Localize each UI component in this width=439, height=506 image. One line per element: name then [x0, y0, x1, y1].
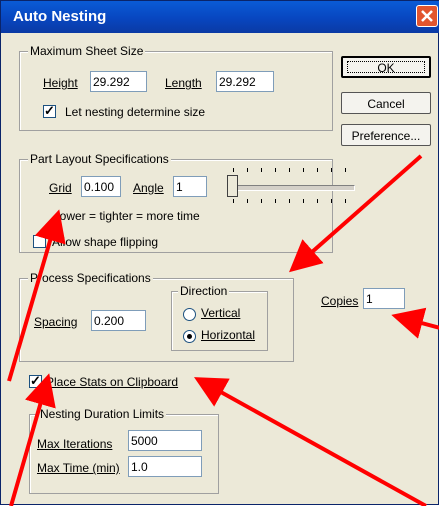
max-iterations-field[interactable] — [128, 430, 202, 451]
preference-button[interactable]: Preference... — [341, 124, 431, 146]
allow-flip-label: Allow shape flipping — [52, 235, 159, 249]
angle-field[interactable] — [173, 176, 207, 197]
grid-label: Grid — [49, 181, 72, 195]
arrow-to-copies — [391, 307, 439, 339]
slider-tick — [261, 199, 262, 203]
max-time-label: Max Time (min) — [37, 461, 120, 475]
slider-tick — [331, 168, 332, 172]
slider-tick — [303, 199, 304, 203]
horizontal-label: Horizontal — [201, 328, 256, 342]
slider-tick — [247, 199, 248, 203]
slider-tick — [317, 199, 318, 203]
slider-tick — [317, 168, 318, 172]
let-nesting-checkbox[interactable]: ✓ — [43, 103, 56, 118]
maximum-sheet-size-group: Maximum Sheet Size — [19, 44, 333, 131]
dialog-title: Auto Nesting — [13, 8, 107, 25]
slider-tick — [233, 168, 234, 172]
height-label: Height — [43, 76, 78, 90]
auto-nesting-dialog: Auto Nesting Maximum Sheet Size Height L… — [0, 0, 439, 506]
max-iterations-label: Max Iterations — [37, 437, 113, 451]
vertical-radio[interactable] — [183, 308, 196, 321]
height-field[interactable] — [90, 71, 147, 92]
duration-title: Nesting Duration Limits — [38, 407, 167, 421]
cancel-button[interactable]: Cancel — [341, 92, 431, 114]
let-nesting-label: Let nesting determine size — [65, 105, 206, 119]
arrow-to-stats-label — [194, 377, 427, 506]
slider-tick — [331, 199, 332, 203]
copies-label: Copies — [321, 294, 359, 308]
close-icon — [421, 10, 433, 22]
horizontal-radio[interactable] — [183, 330, 196, 343]
slider-tick — [345, 199, 346, 203]
slider-tick — [289, 199, 290, 203]
slider-tick — [289, 168, 290, 172]
slider-tick — [303, 168, 304, 172]
max-time-field[interactable] — [128, 456, 202, 477]
maximum-sheet-size-title: Maximum Sheet Size — [28, 44, 146, 58]
part-layout-title: Part Layout Specifications — [28, 152, 171, 166]
angle-slider-track[interactable] — [229, 185, 355, 191]
spacing-field[interactable] — [91, 310, 146, 331]
copies-field[interactable] — [363, 288, 405, 309]
process-title: Process Specifications — [28, 271, 153, 285]
spacing-label: Spacing — [34, 315, 78, 329]
slider-tick — [247, 168, 248, 172]
vertical-label: Vertical — [201, 306, 241, 320]
check-mark-icon: ✓ — [44, 103, 55, 118]
slider-tick — [261, 168, 262, 172]
close-button[interactable] — [416, 5, 438, 27]
check-mark-icon: ✓ — [30, 373, 41, 388]
grid-hint: lower = tighter = more time — [57, 209, 200, 223]
duration-group: Nesting Duration Limits — [29, 407, 219, 494]
grid-field[interactable] — [81, 176, 121, 197]
slider-tick — [233, 199, 234, 203]
ok-button[interactable]: OK — [341, 56, 431, 78]
allow-flip-checkbox[interactable] — [33, 235, 46, 248]
stats-checkbox[interactable]: ✓ — [29, 373, 42, 388]
length-field[interactable] — [216, 71, 274, 92]
stats-label: Place Stats on Clipboard — [46, 375, 179, 389]
slider-tick — [275, 168, 276, 172]
angle-label: Angle — [133, 181, 164, 195]
title-bar[interactable]: Auto Nesting — [1, 1, 439, 33]
slider-tick — [345, 168, 346, 172]
length-label: Length — [165, 76, 202, 90]
angle-slider-thumb[interactable] — [227, 175, 238, 197]
direction-title: Direction — [178, 284, 230, 298]
slider-tick — [275, 199, 276, 203]
